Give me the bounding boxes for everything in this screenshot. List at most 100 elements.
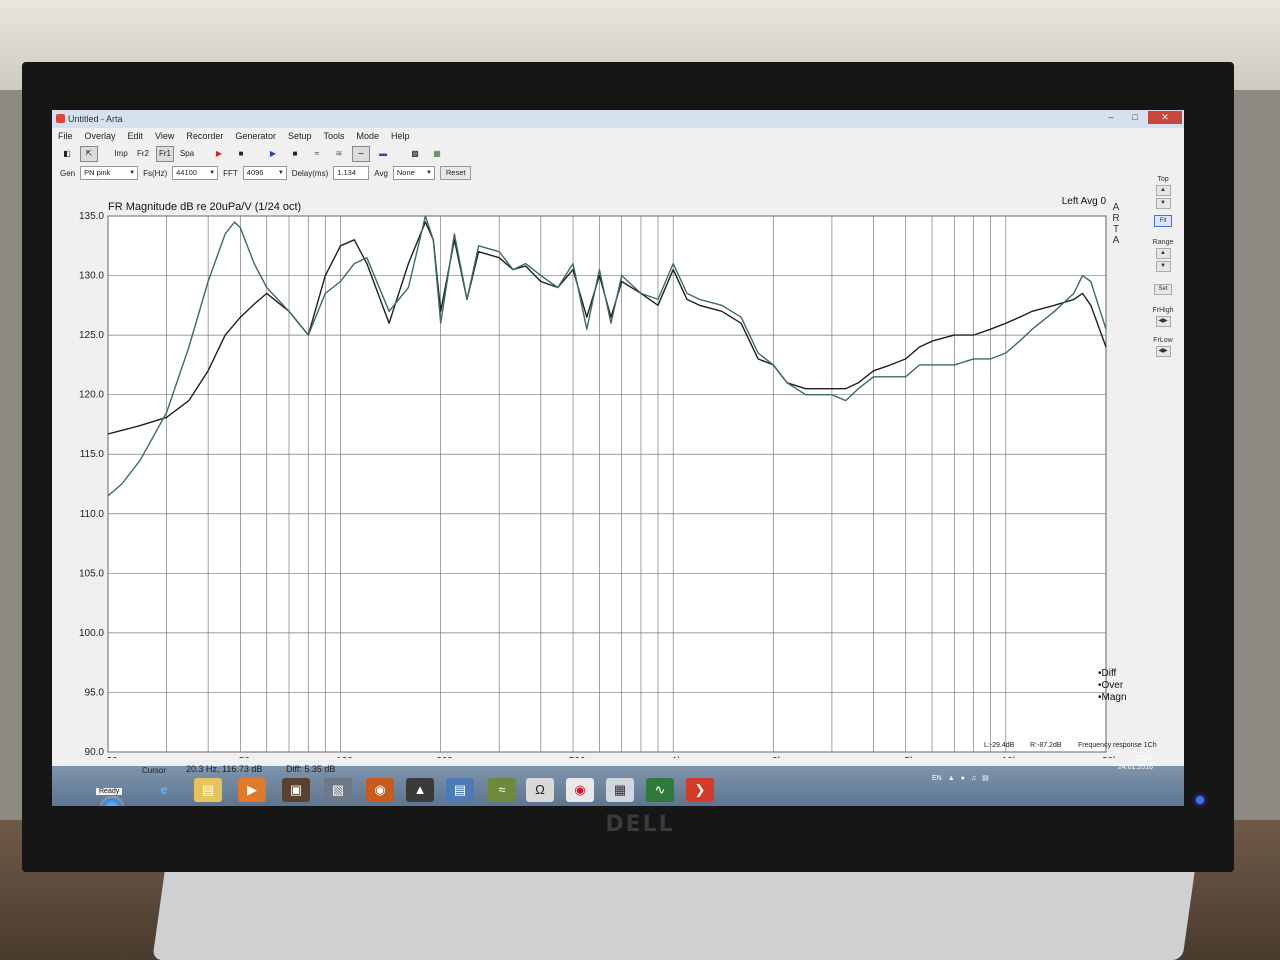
cleaner-icon[interactable]: ◉ [366,778,394,802]
chevron-down-icon: ▼ [129,170,136,176]
play-icon[interactable]: ▶ [210,146,228,162]
menu-help[interactable]: Help [391,131,410,141]
x-tick-label: 5k [904,756,916,758]
arta-logo-letter: T [1113,224,1119,235]
film-icon[interactable]: ▣ [282,778,310,802]
tray-arrow-icon[interactable]: ▲ [948,775,955,782]
menu-setup[interactable]: Setup [288,131,312,141]
delay-input[interactable]: 1.134 [333,166,370,180]
avg-value: None [396,168,415,177]
menu-view[interactable]: View [155,131,174,141]
delay-value: 1.134 [337,168,357,177]
spa-button[interactable]: Spa [178,146,196,162]
fr1-button[interactable]: Fr1 [156,146,174,162]
imp-button[interactable]: Imp [112,146,130,162]
sound-icon[interactable]: ≈ [488,778,516,802]
y-tick-label: 90.0 [85,747,105,758]
record-play-icon[interactable]: ▶ [264,146,282,162]
fr2-button[interactable]: Fr2 [134,146,152,162]
media-player-icon[interactable]: ▶ [238,778,266,802]
fit-button[interactable]: Fit [1154,215,1172,227]
y-tick-label: 120.0 [79,390,104,401]
frlow-label: FrLow [1153,337,1173,344]
scope-app-icon[interactable]: ∿ [646,778,674,802]
fs-value: 44100 [176,168,197,177]
cursor-label: Cursor [142,766,167,775]
menu-overlay[interactable]: Overlay [85,131,116,141]
menu-recorder[interactable]: Recorder [186,131,223,141]
tray-volume-icon[interactable]: ♫ [971,775,976,782]
setup-icon[interactable]: ▩ [406,146,424,162]
frlow-stepper[interactable]: ◀▶ [1155,346,1171,357]
frhigh-stepper[interactable]: ◀▶ [1155,316,1171,327]
y-tick-label: 130.0 [79,271,104,282]
menu-bar: File Overlay Edit View Recorder Generato… [52,128,1184,144]
overlay-icon[interactable]: ≋ [330,146,348,162]
close-icon[interactable]: ✕ [1148,111,1182,124]
view-icon[interactable]: ∼ [352,146,370,162]
screen: Untitled - Arta – □ ✕ File Overlay Edit … [52,110,1184,806]
color-icon[interactable]: ▬ [374,146,392,162]
x-tick-label: 20 [106,756,118,758]
menu-file[interactable]: File [58,131,73,141]
window-titlebar[interactable]: Untitled - Arta – □ ✕ [52,110,1184,128]
cursor-icon[interactable]: ⇱ [80,146,98,162]
right-panel: Top ▲ ▼ Fit Range ▲ ▼ Set FrHigh ◀▶ FrLo… [1144,172,1182,412]
power-led-icon [1196,796,1204,804]
tray-network-icon[interactable]: ▤ [982,774,989,782]
menu-tools[interactable]: Tools [323,131,344,141]
network-icon[interactable]: ▧ [324,778,352,802]
arrow-app-icon[interactable]: ❯ [686,778,714,802]
chevron-down-icon: ▼ [209,170,216,176]
folder-icon[interactable]: ▤ [194,778,222,802]
diff-readout: Diff: 5.35 dB [286,764,336,774]
menu-mode[interactable]: Mode [357,131,380,141]
language-indicator[interactable]: EN [932,775,942,782]
stop-icon[interactable]: ■ [232,146,250,162]
fs-select[interactable]: 44100 ▼ [172,166,219,180]
browser-icon[interactable]: e [150,778,178,802]
plot-area[interactable]: 90.0 95.0 100.0 105.0 110.0 115.0 120.0 125.0 13… [52,186,1142,779]
scope-icon[interactable]: ≈ [308,146,326,162]
top-down-button[interactable]: ▼ [1155,198,1171,209]
x-tick-label: 500 [569,756,586,758]
fft-select[interactable]: 4096 ▼ [242,166,287,180]
legend-entry: •Diff [1098,668,1117,679]
arta-taskbar-icon[interactable]: ◉ [566,778,594,802]
x-tick-label: 2k [772,756,784,758]
x-tick-label: 1k [672,756,684,758]
menu-generator[interactable]: Generator [235,131,276,141]
options-bar: Gen PN pink ▼ Fs(Hz) 44100 ▼ FFT 4096 ▼ Del… [52,164,1184,182]
legend-entry: •Magn [1098,692,1127,703]
arta-logo-letter: A [1113,202,1120,213]
document-icon[interactable]: ▤ [446,778,474,802]
record-stop-icon[interactable]: ■ [286,146,304,162]
chart-icon[interactable]: ▦ [428,146,446,162]
x-tick-label: 10k [1002,756,1019,758]
mode-text: Frequency response 1Ch [1078,742,1157,749]
r-level: R:-87.2dB [1030,742,1062,749]
fox-icon[interactable]: ▲ [406,778,434,802]
chart-title: FR Magnitude dB re 20uPa/V (1/24 oct) [108,201,301,213]
maximize-icon[interactable]: □ [1124,111,1146,124]
menu-edit[interactable]: Edit [128,131,144,141]
range-up-button[interactable]: ▲ [1155,248,1171,259]
x-tick-label: 200 [436,756,453,758]
range-down-button[interactable]: ▼ [1155,261,1171,272]
calc-icon[interactable]: ▦ [606,778,634,802]
toolbar: ◧ ⇱ Imp Fr2 Fr1 Spa ▶ ■ ▶ ■ ≈ ≋ ∼ ▬ ▩ ▦ [52,145,1184,163]
fs-label: Fs(Hz) [143,168,168,178]
clock[interactable]: 22:58 24.01.2016 [1118,754,1153,772]
tray-app-icon[interactable]: ● [961,775,965,782]
x-tick-label: 50 [239,756,251,758]
gen-select[interactable]: PN pink ▼ [80,166,139,180]
omega-icon[interactable]: Ω [526,778,554,802]
open-icon[interactable]: ◧ [58,146,76,162]
reset-button[interactable]: Reset [439,166,472,180]
top-up-button[interactable]: ▲ [1155,185,1171,196]
y-tick-label: 95.0 [85,687,105,698]
set-button[interactable]: Set [1154,284,1172,295]
frequency-response-chart[interactable]: 90.0 95.0 100.0 105.0 110.0 115.0 120.0 125.0 13… [52,186,1142,779]
minimize-icon[interactable]: – [1100,111,1122,124]
avg-select[interactable]: None ▼ [392,166,435,180]
